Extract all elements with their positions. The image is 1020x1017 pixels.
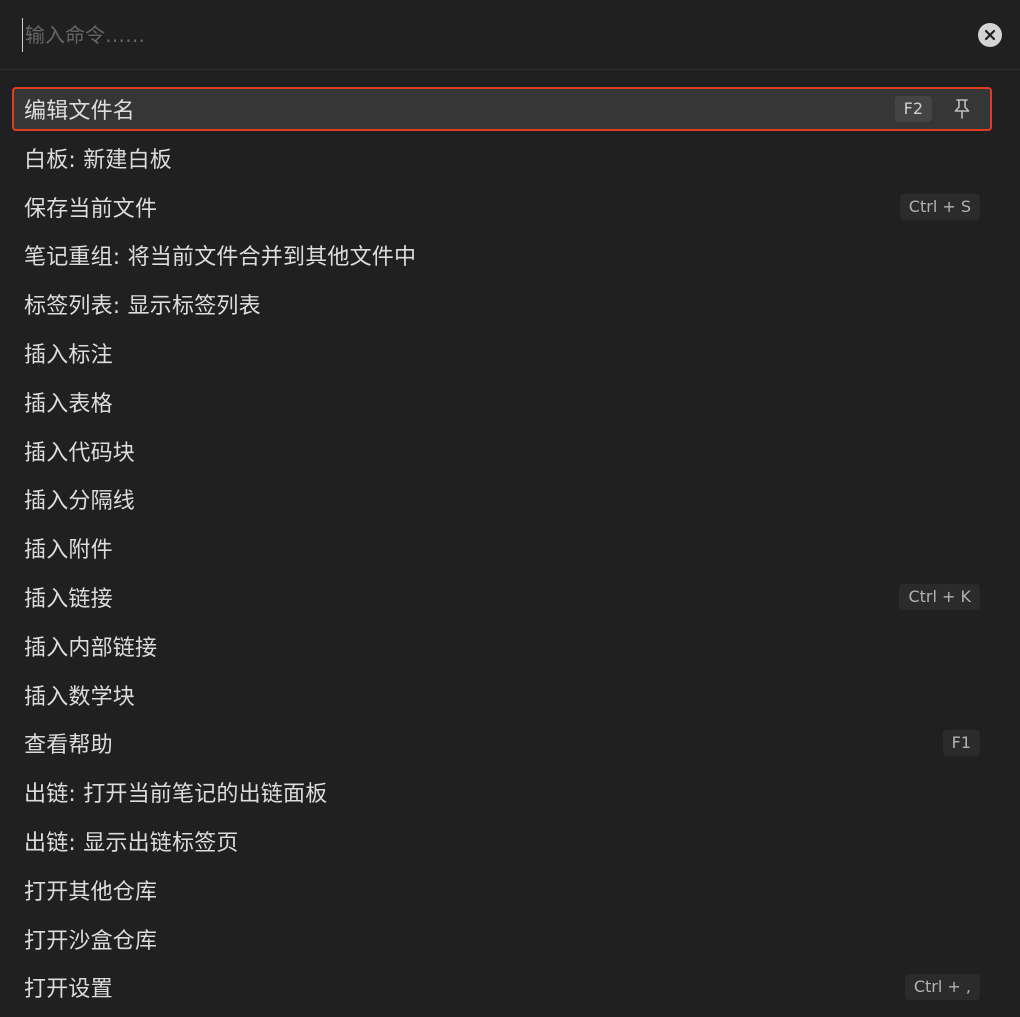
search-input[interactable] xyxy=(22,18,925,52)
command-item[interactable]: 插入标注 xyxy=(12,331,992,375)
hotkey-badge: Ctrl + , xyxy=(904,974,980,1001)
command-label: 出链: 打开当前笔记的出链面板 xyxy=(24,782,328,808)
command-item[interactable]: 插入附件 xyxy=(12,526,992,570)
command-label: 白板: 新建白板 xyxy=(24,147,173,173)
command-label: 打开设置 xyxy=(24,977,113,1003)
command-item[interactable]: 标签列表: 显示标签列表 xyxy=(12,282,992,326)
command-label: 插入分隔线 xyxy=(24,489,136,515)
close-circle-icon xyxy=(984,29,996,41)
command-label: 插入内部链接 xyxy=(24,635,158,661)
command-item[interactable]: 插入链接 Ctrl + K xyxy=(12,575,992,619)
hotkey-badge: Ctrl + S xyxy=(899,193,980,220)
command-list: 编辑文件名 F2 白板: 新建白板 保存当前文件 Ctrl + S 笔记重组: 将当前文件… xyxy=(0,84,1020,1017)
command-item[interactable]: 白板: 新建白板 xyxy=(12,136,992,180)
command-item[interactable]: 保存当前文件 Ctrl + S xyxy=(12,185,992,229)
command-label: 插入表格 xyxy=(24,391,113,417)
command-palette: 编辑文件名 F2 白板: 新建白板保存当前文件 Ctrl + S 笔记重组: 将当前文件… xyxy=(0,0,1020,1017)
command-item[interactable]: 打开设置 Ctrl + , xyxy=(12,965,992,1009)
command-label: 笔记重组: 将当前文件合并到其他文件中 xyxy=(24,245,417,271)
command-item[interactable]: 查看帮助 F1 xyxy=(12,721,992,765)
hotkey-badge: F2 xyxy=(894,96,932,122)
search-bar xyxy=(0,0,1020,70)
command-label: 插入数学块 xyxy=(24,684,136,710)
command-item[interactable]: 编辑文件名 F2 xyxy=(12,87,992,131)
command-item[interactable]: 插入内部链接 xyxy=(12,624,992,668)
command-label: 打开沙盒仓库 xyxy=(24,928,158,954)
command-item[interactable]: 打开其他仓库 xyxy=(12,868,992,912)
hotkey-badge: Ctrl + K xyxy=(899,584,980,610)
command-label: 编辑文件名 xyxy=(24,99,136,124)
hotkey-badge: F1 xyxy=(942,730,980,757)
command-item[interactable]: 插入表格 xyxy=(12,380,992,424)
command-item[interactable]: 插入分隔线 xyxy=(12,477,992,521)
command-item[interactable]: 出链: 打开当前笔记的出链面板 xyxy=(12,770,992,814)
command-label: 插入代码块 xyxy=(24,440,136,466)
command-label: 查看帮助 xyxy=(24,733,113,759)
command-label: 出链: 显示出链标签页 xyxy=(24,831,239,856)
command-label: 插入链接 xyxy=(24,587,113,612)
command-item[interactable]: 出链: 显示出链标签页 xyxy=(12,819,992,863)
command-item[interactable]: 插入代码块 xyxy=(12,429,992,473)
command-item[interactable]: 打开沙盒仓库 xyxy=(12,917,992,961)
pin-icon[interactable] xyxy=(951,98,973,120)
clear-button[interactable] xyxy=(978,23,1002,47)
command-label: 保存当前文件 xyxy=(24,196,158,222)
command-item[interactable]: 插入数学块 xyxy=(12,673,992,717)
command-label: 插入附件 xyxy=(24,538,113,564)
command-label: 插入标注 xyxy=(24,343,113,368)
command-item[interactable]: 笔记重组: 将当前文件合并到其他文件中 xyxy=(12,233,992,277)
command-label: 打开其他仓库 xyxy=(24,879,158,905)
command-label: 标签列表: 显示标签列表 xyxy=(24,294,261,320)
